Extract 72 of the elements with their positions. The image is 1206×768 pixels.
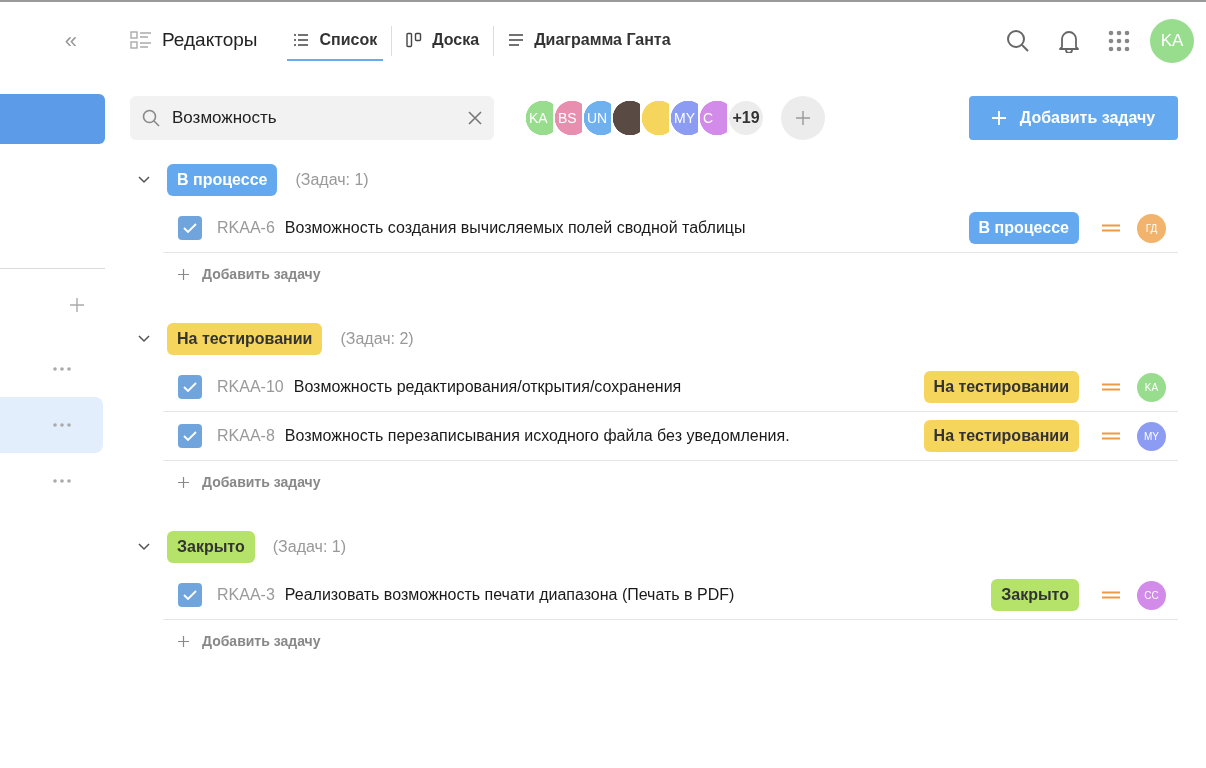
- plus-icon: [178, 635, 189, 647]
- task-id: RKAA-8: [217, 426, 275, 446]
- checkbox[interactable]: [178, 375, 202, 399]
- add-icon[interactable]: [69, 297, 85, 313]
- task-title[interactable]: Возможность редактирования/открытия/сохранения: [293, 375, 682, 399]
- checkbox[interactable]: [178, 216, 202, 240]
- task-title[interactable]: Возможность создания вычисляемых полей сводной таблицы: [284, 216, 746, 240]
- search-input[interactable]: Возможность: [172, 105, 456, 131]
- chevron-icon[interactable]: [138, 543, 150, 551]
- task-title[interactable]: Возможность перезаписывания исходного файла без уведомления.: [284, 424, 790, 448]
- add-task-link[interactable]: Добавить задачу: [163, 461, 321, 503]
- status-label: На тестировании: [167, 323, 323, 355]
- status-label[interactable]: Закрыто: [991, 579, 1079, 611]
- search-icon: [142, 109, 160, 127]
- clear-icon[interactable]: [468, 111, 482, 125]
- bell-icon[interactable]: [1058, 29, 1080, 53]
- add-member-button[interactable]: [781, 96, 825, 140]
- task-count: (Задач: 1): [272, 537, 346, 557]
- check-icon: [183, 223, 197, 233]
- plus-icon: [178, 476, 189, 488]
- plus-icon: [178, 268, 189, 280]
- assignee-avatar[interactable]: CC: [1137, 580, 1166, 610]
- more-icon[interactable]: [53, 423, 71, 427]
- task-count: (Задач: 1): [295, 170, 369, 190]
- add-task-link[interactable]: Добавить задачу: [163, 253, 321, 295]
- check-icon: [183, 590, 197, 600]
- lines-icon: [508, 33, 525, 47]
- status-label[interactable]: В процессе: [968, 212, 1079, 244]
- add-task-button[interactable]: Добавить задачу: [969, 96, 1178, 140]
- more-members-count[interactable]: +19: [727, 99, 765, 137]
- check-icon: [183, 431, 197, 441]
- tab[interactable]: Список: [287, 21, 384, 61]
- priority-icon[interactable]: [1102, 591, 1120, 599]
- priority-icon[interactable]: [1102, 432, 1120, 440]
- assignee-avatar[interactable]: ГД: [1137, 213, 1166, 243]
- task-id: RKAA-3: [217, 585, 275, 605]
- board-icon: [406, 32, 423, 48]
- search-field[interactable]: Возможность: [130, 96, 494, 140]
- more-icon[interactable]: [53, 479, 71, 483]
- checkbox[interactable]: [178, 583, 202, 607]
- photo-placeholder[interactable]: [611, 99, 640, 137]
- apps-icon[interactable]: [1108, 30, 1130, 52]
- checkbox[interactable]: [178, 424, 202, 448]
- priority-icon[interactable]: [1102, 224, 1120, 232]
- add-task-link[interactable]: Добавить задачу: [163, 620, 321, 662]
- plus-icon: [991, 111, 1006, 125]
- tab[interactable]: Редакторы: [130, 21, 258, 61]
- task-title[interactable]: Реализовать возможность печати диапазона (Печать в PDF): [284, 583, 735, 607]
- chevron-icon[interactable]: [138, 176, 150, 184]
- status-label[interactable]: На тестировании: [923, 371, 1079, 403]
- assignee-avatar[interactable]: MY: [1137, 421, 1166, 451]
- task-id: RKAA-10: [217, 377, 284, 397]
- task-count: (Задач: 2): [340, 329, 414, 349]
- grid-list-icon: [130, 30, 152, 50]
- collapse-button[interactable]: «: [64, 30, 77, 52]
- tab[interactable]: Диаграмма Ганта: [502, 21, 677, 61]
- search-icon[interactable]: [1006, 29, 1030, 53]
- status-label: В процессе: [167, 164, 278, 196]
- member-avatar[interactable]: BS: [553, 99, 582, 137]
- list-icon: [293, 33, 310, 47]
- status-label: Закрыто: [167, 531, 255, 563]
- member-avatar[interactable]: C: [698, 99, 727, 137]
- priority-icon[interactable]: [1102, 383, 1120, 391]
- task-id: RKAA-6: [217, 218, 275, 238]
- more-icon[interactable]: [53, 367, 71, 371]
- member-avatar[interactable]: MY: [669, 99, 698, 137]
- add-icon: [795, 110, 811, 126]
- tab[interactable]: Доска: [400, 21, 486, 61]
- chevron-icon[interactable]: [138, 335, 150, 343]
- status-label[interactable]: На тестировании: [923, 420, 1079, 452]
- member-avatar[interactable]: UN: [582, 99, 611, 137]
- check-icon: [183, 382, 197, 392]
